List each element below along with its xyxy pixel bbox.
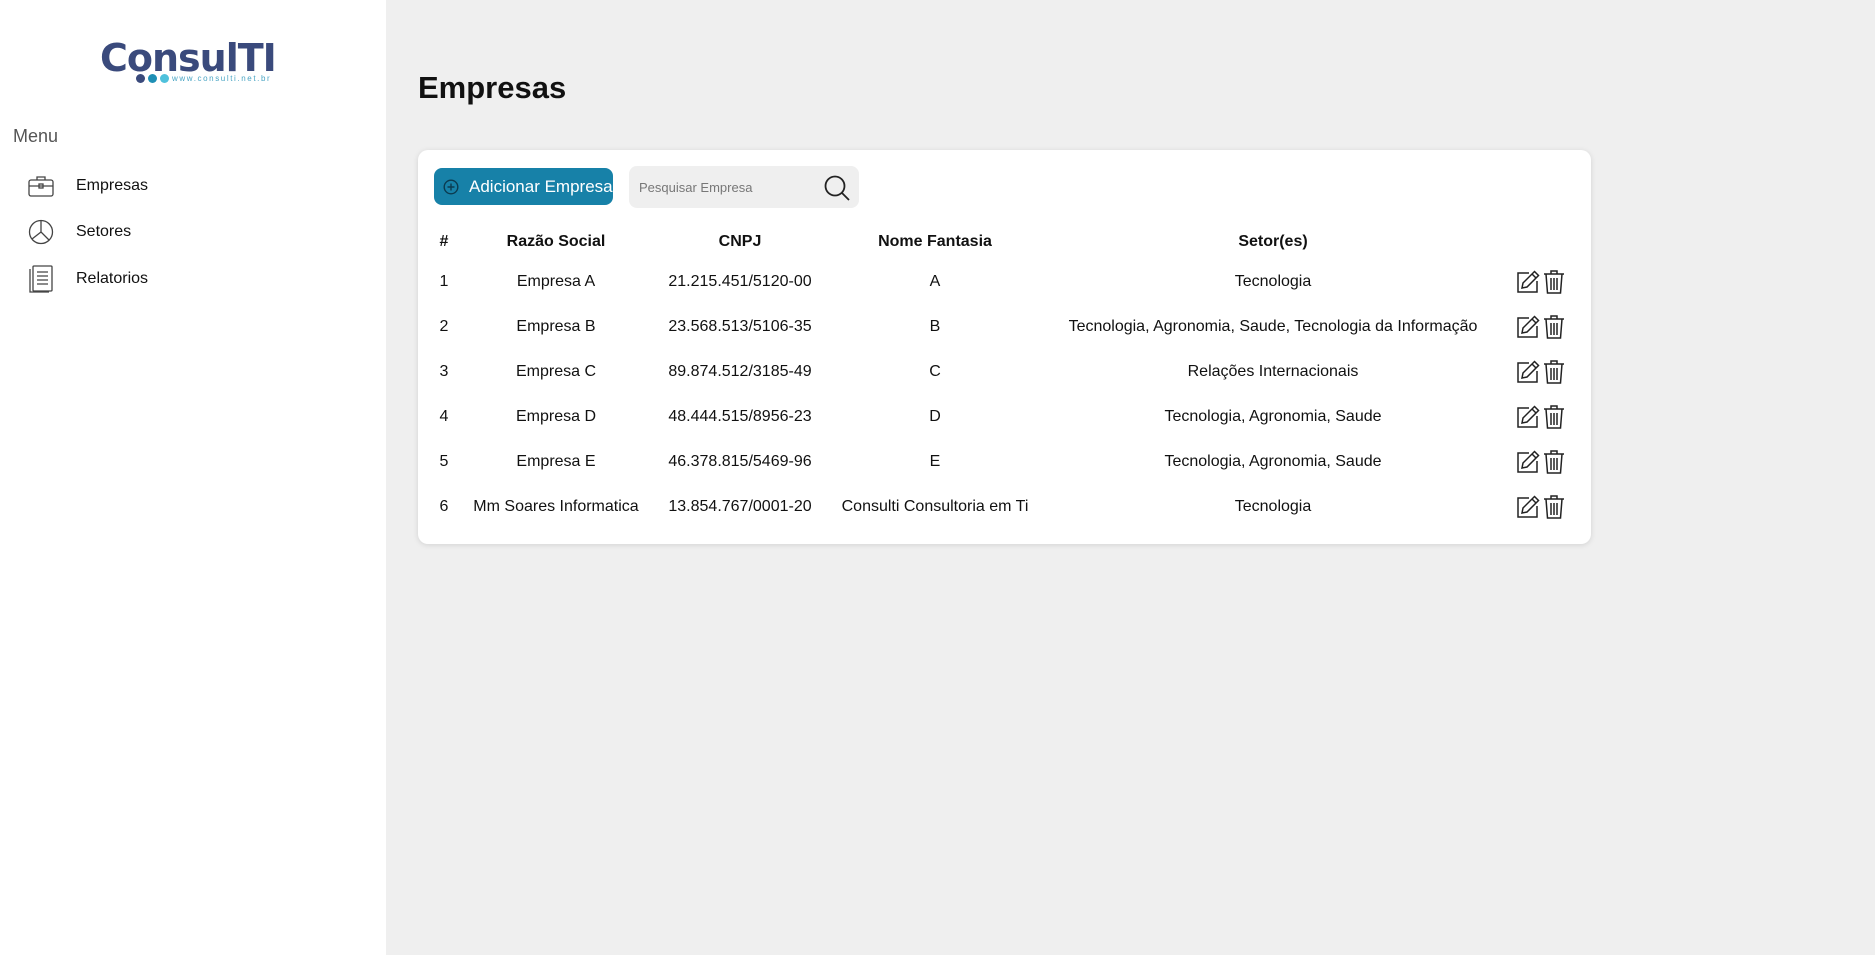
cell-nome-fantasia: B — [929, 317, 941, 335]
header-number: # — [439, 233, 449, 250]
row-actions — [1504, 304, 1578, 349]
cell-cnpj: 13.854.767/0001-20 — [668, 497, 812, 515]
row-actions-group — [1504, 403, 1578, 431]
table-row: 4 Empresa D 48.444.515/8956-23 D Tecnologia,… — [428, 394, 1578, 439]
cell-razao-social: Empresa E — [516, 452, 596, 470]
row-number: 3 — [439, 362, 449, 380]
cell-cnpj: 46.378.815/5469-96 — [668, 452, 812, 470]
table-row: 3 Empresa C 89.874.512/3185-49 C Relações In… — [428, 349, 1578, 394]
table-row: 2 Empresa B 23.568.513/5106-35 B Tecnologia,… — [428, 304, 1578, 349]
plus-circle-icon — [443, 178, 460, 195]
logo-url-text: www.consulti.net.br — [172, 74, 272, 83]
row-number: 2 — [439, 317, 449, 335]
cell-nome-fantasia: Consulti Consultoria em Ti — [841, 497, 1029, 515]
report-icon — [26, 264, 56, 294]
cell-cnpj: 89.874.512/3185-49 — [668, 362, 812, 380]
trash-icon[interactable] — [1541, 313, 1567, 341]
cell-razao-social: Empresa C — [515, 362, 597, 380]
edit-icon[interactable] — [1515, 268, 1541, 296]
add-company-button[interactable]: Adicionar Empresa — [434, 168, 613, 205]
briefcase-icon — [26, 171, 56, 201]
pie-chart-icon — [26, 217, 56, 247]
row-actions — [1504, 484, 1578, 529]
logo-dots — [136, 74, 169, 83]
trash-icon[interactable] — [1541, 268, 1567, 296]
cell-setores: Tecnologia — [1234, 497, 1312, 515]
consulti-logo[interactable]: ConsulTI www.consulti.net.br — [100, 36, 286, 86]
cell-nome-fantasia: D — [929, 407, 941, 425]
edit-icon[interactable] — [1515, 403, 1541, 431]
sidebar: ConsulTI www.consulti.net.br Menu Empres… — [0, 0, 386, 955]
trash-icon[interactable] — [1541, 493, 1567, 521]
row-actions — [1504, 259, 1578, 304]
cell-setores: Tecnologia — [1234, 272, 1312, 290]
table-header-row: # Razão Social CNPJ Nome Fantasia Setor(… — [428, 225, 1578, 259]
cell-setores: Tecnologia, Agronomia, Saude — [1164, 407, 1382, 425]
row-actions-group — [1504, 358, 1578, 386]
cell-setores: Relações Internacionais — [1187, 362, 1359, 380]
row-actions — [1504, 439, 1578, 484]
row-number: 6 — [439, 497, 449, 515]
search-box — [629, 166, 859, 208]
edit-icon[interactable] — [1515, 448, 1541, 476]
trash-icon[interactable] — [1541, 358, 1567, 386]
header-razao-social: Razão Social — [506, 233, 606, 250]
edit-icon[interactable] — [1515, 313, 1541, 341]
cell-nome-fantasia: E — [929, 452, 941, 470]
row-number: 4 — [439, 407, 449, 425]
row-actions-group — [1504, 313, 1578, 341]
sidebar-item-label: Empresas — [76, 177, 149, 194]
search-input[interactable] — [639, 176, 819, 198]
row-actions — [1504, 349, 1578, 394]
cell-razao-social: Empresa D — [515, 407, 597, 425]
table-row: 6 Mm Soares Informatica 13.854.767/0001-20… — [428, 484, 1578, 529]
companies-table: # Razão Social CNPJ Nome Fantasia Setor(… — [428, 225, 1578, 529]
row-number: 1 — [439, 272, 449, 290]
row-number: 5 — [439, 452, 449, 470]
cell-razao-social: Mm Soares Informatica — [473, 497, 639, 515]
cell-razao-social: Empresa B — [516, 317, 596, 335]
sidebar-item-empresas[interactable]: Empresas — [26, 170, 326, 202]
cell-cnpj: 23.568.513/5106-35 — [668, 317, 812, 335]
sidebar-item-label: Relatorios — [76, 270, 149, 287]
cell-nome-fantasia: C — [929, 362, 941, 380]
row-actions-group — [1504, 268, 1578, 296]
trash-icon[interactable] — [1541, 448, 1567, 476]
add-company-label: Adicionar Empresa — [469, 176, 613, 196]
header-nome-fantasia: Nome Fantasia — [878, 233, 992, 250]
menu-title: Menu — [13, 126, 59, 146]
edit-icon[interactable] — [1515, 493, 1541, 521]
table-row: 5 Empresa E 46.378.815/5469-96 E Tecnologia,… — [428, 439, 1578, 484]
row-actions — [1504, 394, 1578, 439]
sidebar-item-setores[interactable]: Setores — [26, 216, 326, 248]
row-actions-group — [1504, 493, 1578, 521]
header-cnpj: CNPJ — [718, 233, 762, 250]
cell-setores: Tecnologia, Agronomia, Saude, Tecnologia… — [1068, 317, 1478, 335]
companies-card: Adicionar Empresa # Razão Social CNPJ No… — [418, 150, 1591, 544]
sidebar-item-label: Setores — [76, 223, 132, 240]
trash-icon[interactable] — [1541, 403, 1567, 431]
sidebar-item-relatorios[interactable]: Relatorios — [26, 263, 326, 295]
cell-setores: Tecnologia, Agronomia, Saude — [1164, 452, 1382, 470]
cell-cnpj: 48.444.515/8956-23 — [668, 407, 812, 425]
cell-cnpj: 21.215.451/5120-00 — [668, 272, 812, 290]
table-row: 1 Empresa A 21.215.451/5120-00 A Tecnologia — [428, 259, 1578, 304]
header-actions — [1504, 225, 1578, 259]
header-setores: Setor(es) — [1238, 233, 1308, 250]
row-actions-group — [1504, 448, 1578, 476]
cell-nome-fantasia: A — [929, 272, 941, 290]
page-title: Empresas — [418, 70, 567, 105]
edit-icon[interactable] — [1515, 358, 1541, 386]
cell-razao-social: Empresa A — [516, 272, 596, 290]
search-icon[interactable] — [823, 174, 851, 202]
